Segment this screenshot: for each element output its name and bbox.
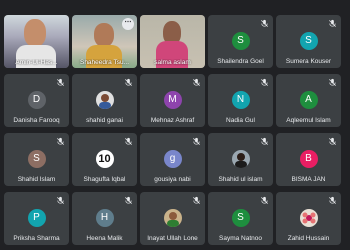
flower-photo-icon <box>302 212 315 224</box>
participant-avatar: S <box>27 150 46 168</box>
mic-off-icon <box>193 196 200 204</box>
participant-name: Shagufta Iqbal <box>83 176 126 183</box>
mic-off-icon <box>193 78 200 86</box>
participant-name: Sayma Natnoo <box>219 235 262 242</box>
participant-tile[interactable]: H Heena Malik <box>72 192 137 245</box>
participant-tile[interactable]: 10 Shagufta Iqbal <box>72 133 137 186</box>
mic-off-icon <box>261 19 268 27</box>
participant-name: Danisha Farooq <box>13 117 60 124</box>
participant-avatar: S <box>231 209 250 227</box>
participant-tile[interactable]: shahid ganai <box>72 74 137 127</box>
participant-name: Priksha Sharma <box>13 235 60 242</box>
person-photo-icon <box>166 212 179 227</box>
participant-name: Heena Malik <box>86 235 123 242</box>
participant-tile[interactable]: M Mehnaz Ashraf <box>140 74 205 127</box>
mic-off-icon <box>193 137 200 145</box>
participant-tile[interactable]: Shahid ul islam <box>208 133 273 186</box>
participant-name: Nadia Gul <box>226 117 255 124</box>
participant-name: Amin-Ul-Has... <box>15 59 58 66</box>
participant-tile[interactable]: ⋯ Shaheedra Tsu... <box>72 15 137 68</box>
mic-off-icon <box>329 19 336 27</box>
participant-name: Mehnaz Ashraf <box>150 117 195 124</box>
participant-tile[interactable]: S Sayma Natnoo <box>208 192 273 245</box>
participant-name: Shailendra Goel <box>217 58 264 65</box>
meeting-stage: Amin-Ul-Has... ⋯ Shaheedra Tsu... salma … <box>0 0 350 250</box>
more-options-icon[interactable]: ⋯ <box>122 18 134 30</box>
mic-off-icon <box>57 78 64 86</box>
mic-off-icon <box>57 137 64 145</box>
participant-tile[interactable]: D Danisha Farooq <box>4 74 69 127</box>
participant-name: BISMA JAN <box>291 176 326 183</box>
participant-avatar: M <box>163 91 182 109</box>
participant-tile[interactable]: S Shahid Islam <box>4 133 69 186</box>
participant-avatar: S <box>299 32 318 50</box>
participant-grid: Amin-Ul-Has... ⋯ Shaheedra Tsu... salma … <box>0 15 350 245</box>
participant-avatar-photo <box>95 91 114 109</box>
mic-off-icon <box>329 137 336 145</box>
participant-avatar: B <box>299 150 318 168</box>
participant-name: Sumera Kouser <box>285 58 332 65</box>
mic-off-icon <box>261 137 268 145</box>
participant-tile[interactable]: S Sumera Kouser <box>276 15 341 68</box>
participant-name: gousiya nabi <box>154 176 191 183</box>
participant-face <box>94 23 114 47</box>
participant-name: salma aslam <box>154 59 191 66</box>
participant-tile[interactable]: Amin-Ul-Has... <box>4 15 69 68</box>
participant-avatar: 10 <box>95 150 114 168</box>
participant-tile[interactable]: A Aqleemul Islam <box>276 74 341 127</box>
mic-off-icon <box>261 196 268 204</box>
participant-name: Shahid Islam <box>17 176 56 183</box>
mic-off-icon <box>125 137 132 145</box>
participant-name: Shaheedra Tsu... <box>79 59 130 66</box>
participant-name: Shahid ul islam <box>218 176 263 183</box>
mic-off-icon <box>329 196 336 204</box>
participant-name: Aqleemul Islam <box>286 117 331 124</box>
participant-avatar-photo <box>299 209 318 227</box>
participant-avatar: g <box>163 150 182 168</box>
participant-avatar: P <box>27 209 46 227</box>
participant-tile[interactable]: B BISMA JAN <box>276 133 341 186</box>
participant-tile[interactable]: P Priksha Sharma <box>4 192 69 245</box>
mic-off-icon <box>329 78 336 86</box>
participant-tile[interactable]: salma aslam <box>140 15 205 68</box>
person-photo-icon <box>234 153 247 168</box>
participant-tile[interactable]: S Shailendra Goel <box>208 15 273 68</box>
mic-off-icon <box>57 196 64 204</box>
participant-name: shahid ganai <box>86 117 123 124</box>
participant-avatar: D <box>27 91 46 109</box>
participant-tile[interactable]: g gousiya nabi <box>140 133 205 186</box>
participant-avatar-photo <box>231 150 250 168</box>
participant-tile[interactable]: Zahid Hussain <box>276 192 341 245</box>
mic-off-icon <box>125 196 132 204</box>
mic-off-icon <box>261 78 268 86</box>
participant-avatar: S <box>231 32 250 50</box>
person-photo-icon <box>98 94 111 109</box>
participant-avatar-photo <box>163 209 182 227</box>
participant-avatar: N <box>231 91 250 109</box>
participant-face <box>24 19 46 47</box>
participant-name: Zahid Hussain <box>287 235 330 242</box>
mic-off-icon <box>125 78 132 86</box>
participant-avatar: H <box>95 209 114 227</box>
participant-name: Inayat Ullah Lone <box>147 235 198 242</box>
participant-avatar: A <box>299 91 318 109</box>
participant-tile[interactable]: N Nadia Gul <box>208 74 273 127</box>
participant-tile[interactable]: Inayat Ullah Lone <box>140 192 205 245</box>
